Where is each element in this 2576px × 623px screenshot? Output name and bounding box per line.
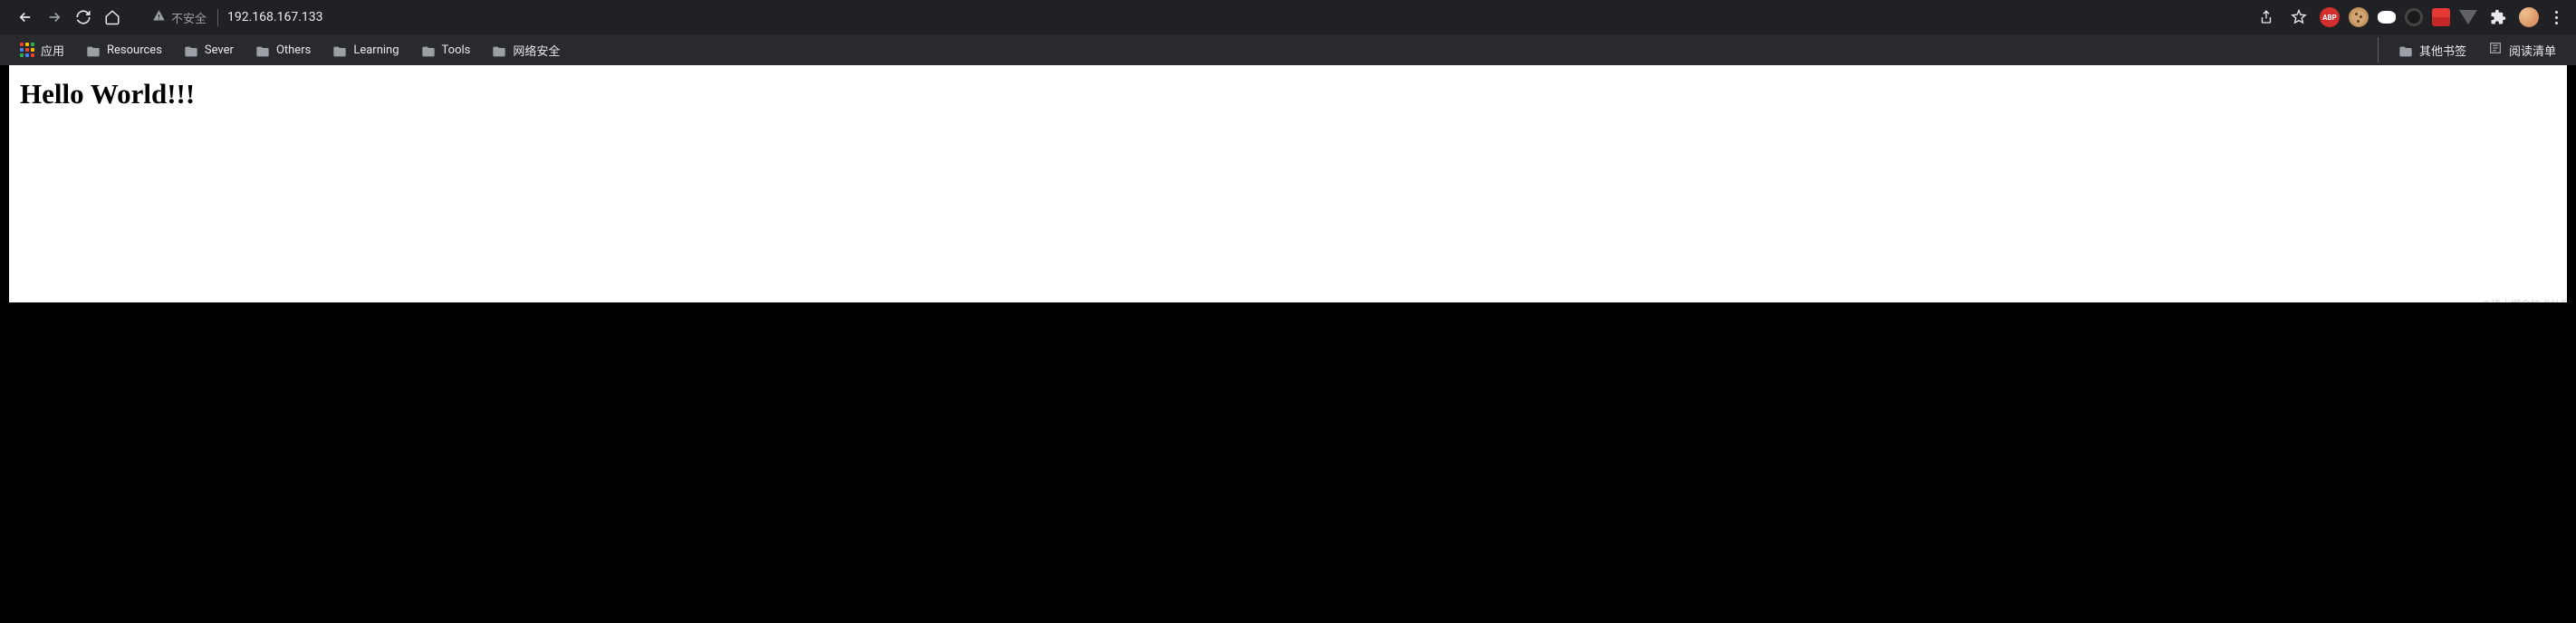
reload-button[interactable] — [72, 6, 94, 28]
bookmark-folder-resources[interactable]: Resources — [77, 40, 171, 61]
folder-icon — [421, 44, 436, 56]
bookmarks-right: 其他书签 阅读清单 — [2378, 37, 2565, 62]
folder-icon — [2398, 44, 2413, 56]
extensions-button[interactable] — [2486, 5, 2510, 29]
extension-cloud-icon[interactable] — [2378, 11, 2396, 24]
bookmark-label: Learning — [353, 43, 399, 57]
toolbar-actions: ABP — [2251, 5, 2569, 29]
folder-icon — [492, 44, 506, 56]
watermark: @稀土掘金技术社区 — [2481, 297, 2571, 312]
extension-circle-icon[interactable] — [2405, 8, 2423, 26]
bookmark-folder-learning[interactable]: Learning — [323, 40, 408, 61]
address-bar[interactable]: 不安全 192.168.167.133 — [141, 4, 2240, 31]
toolbar: 不安全 192.168.167.133 ABP — [0, 0, 2576, 34]
extension-abp-icon[interactable]: ABP — [2320, 7, 2340, 27]
reading-list-icon — [2488, 41, 2503, 59]
bookmark-folder-others[interactable]: Others — [246, 40, 320, 61]
extension-red-icon[interactable] — [2432, 8, 2450, 26]
bookmark-folder-security[interactable]: 网络安全 — [483, 38, 569, 62]
bookmark-label: 网络安全 — [513, 42, 560, 59]
other-bookmarks-button[interactable]: 其他书签 — [2389, 38, 2475, 62]
bookmark-label: Resources — [107, 43, 162, 57]
folder-icon — [184, 44, 198, 56]
url-text[interactable]: 192.168.167.133 — [227, 10, 2229, 24]
forward-button[interactable] — [43, 6, 65, 28]
folder-icon — [255, 44, 270, 56]
extension-vue-icon[interactable] — [2459, 10, 2477, 24]
reading-list-button[interactable]: 阅读清单 — [2479, 37, 2565, 62]
security-indicator[interactable]: 不安全 — [152, 9, 218, 26]
menu-button[interactable] — [2548, 11, 2565, 24]
bookmarks-bar: 应用 Resources Sever Others Learning Tools… — [0, 34, 2576, 65]
extension-cookie-icon[interactable] — [2349, 7, 2369, 27]
bookmark-label: Others — [276, 43, 311, 57]
other-bookmarks-label: 其他书签 — [2419, 42, 2466, 59]
back-button[interactable] — [14, 6, 36, 28]
profile-avatar-icon[interactable] — [2519, 7, 2539, 27]
folder-icon — [332, 44, 347, 56]
warning-icon — [152, 9, 166, 26]
apps-label: 应用 — [41, 42, 64, 59]
page-heading: Hello World!!! — [20, 78, 2556, 110]
bookmark-folder-sever[interactable]: Sever — [175, 40, 243, 61]
reading-list-label: 阅读清单 — [2509, 42, 2556, 59]
folder-icon — [86, 44, 101, 56]
apps-button[interactable]: 应用 — [11, 38, 73, 62]
nav-buttons — [7, 6, 130, 28]
bookmark-label: Tools — [442, 43, 471, 57]
browser-chrome: 不安全 192.168.167.133 ABP — [0, 0, 2576, 65]
bookmark-star-icon[interactable] — [2287, 5, 2311, 29]
apps-icon — [20, 43, 34, 57]
home-button[interactable] — [101, 6, 123, 28]
page-content: Hello World!!! — [9, 65, 2567, 302]
bookmark-folder-tools[interactable]: Tools — [412, 40, 480, 61]
share-icon[interactable] — [2254, 5, 2278, 29]
security-label: 不安全 — [171, 9, 207, 26]
bookmark-label: Sever — [205, 43, 234, 57]
